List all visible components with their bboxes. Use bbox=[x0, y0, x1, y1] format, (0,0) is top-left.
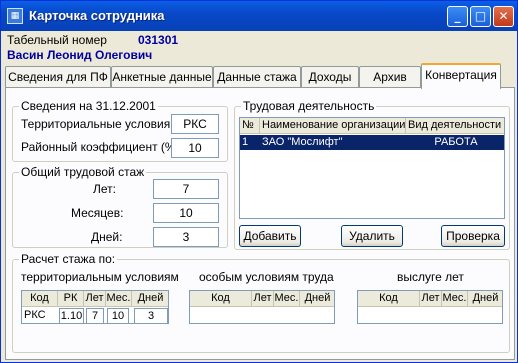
tab-archive[interactable]: Архив bbox=[359, 66, 421, 88]
years-label: Лет: bbox=[93, 182, 116, 196]
employee-card-window: ▦ Карточка сотрудника _ □ ✕ Табельный но… bbox=[0, 0, 518, 363]
col-rk[interactable]: РК bbox=[58, 291, 84, 307]
calc-territorial-label: территориальным условиям bbox=[21, 270, 179, 284]
calc-territorial-table[interactable]: Код РК Лет Мес. Дней РКС 1.10 7 10 3 bbox=[21, 290, 169, 324]
col-header-org[interactable]: Наименование организации bbox=[260, 118, 406, 134]
years-field[interactable]: 7 bbox=[153, 179, 219, 199]
calc-special-label: особым условиям труда bbox=[199, 270, 334, 284]
cell-months: 10 bbox=[107, 308, 129, 323]
col-code[interactable]: Код bbox=[190, 291, 252, 307]
coef-field[interactable]: 10 bbox=[171, 138, 219, 158]
tab-conversion[interactable]: Конвертация bbox=[421, 63, 501, 89]
minimize-button[interactable]: _ bbox=[447, 6, 468, 27]
maximize-button[interactable]: □ bbox=[470, 6, 491, 27]
tab-number-label: Табельный номер bbox=[7, 33, 107, 47]
months-label: Месяцев: bbox=[71, 206, 124, 220]
app-icon: ▦ bbox=[7, 8, 23, 24]
cell-years: 7 bbox=[86, 308, 104, 323]
col-days[interactable]: Дней bbox=[300, 291, 334, 307]
calc-seniority-table[interactable]: Код Лет Мес. Дней bbox=[357, 290, 503, 324]
work-activity-list[interactable]: № Наименование организации Вид деятельно… bbox=[239, 117, 505, 219]
days-label: Дней: bbox=[91, 230, 123, 244]
cell-days: 3 bbox=[134, 308, 168, 323]
calc-group-label: Расчет стажа по: bbox=[19, 252, 118, 266]
months-field[interactable]: 10 bbox=[153, 203, 219, 223]
territorial-label: Территориальные условия: bbox=[21, 117, 174, 131]
col-days[interactable]: Дней bbox=[468, 291, 502, 307]
col-code[interactable]: Код bbox=[358, 291, 420, 307]
conversion-panel: Сведения на 31.12.2001 Территориальные у… bbox=[5, 87, 515, 360]
info-group-label: Сведения на 31.12.2001 bbox=[19, 99, 158, 113]
total-seniority-group: Общий трудовой стаж Лет: 7 Месяцев: 10 Д… bbox=[12, 165, 228, 248]
calc-special-table[interactable]: Код Лет Мес. Дней bbox=[189, 290, 335, 324]
calc-group: Расчет стажа по: территориальным условия… bbox=[12, 252, 510, 353]
tab-strip: Сведения для ПФ Анкетные данные Данные с… bbox=[5, 63, 515, 89]
col-years[interactable]: Лет bbox=[420, 291, 442, 307]
delete-button[interactable]: Удалить bbox=[341, 225, 403, 247]
work-activity-label: Трудовая деятельность bbox=[241, 99, 377, 113]
col-months[interactable]: Мес. bbox=[274, 291, 300, 307]
tab-number-value: 031301 bbox=[138, 33, 179, 47]
col-years[interactable]: Лет bbox=[84, 291, 106, 307]
info-group: Сведения на 31.12.2001 Территориальные у… bbox=[12, 99, 228, 162]
title-bar[interactable]: ▦ Карточка сотрудника _ □ ✕ bbox=[1, 1, 517, 31]
table-row[interactable]: 1 ЗАО "Мослифт" РАБОТА bbox=[240, 135, 504, 150]
col-days[interactable]: Дней bbox=[132, 291, 168, 307]
territorial-field[interactable]: РКС bbox=[171, 114, 219, 134]
row-kind: РАБОТА bbox=[434, 136, 478, 148]
row-num: 1 bbox=[242, 136, 249, 148]
check-button[interactable]: Проверка bbox=[441, 225, 505, 247]
calc-seniority-label: выслуге лет bbox=[397, 270, 464, 284]
tab-seniority-data[interactable]: Данные стажа bbox=[213, 66, 301, 88]
window-title: Карточка сотрудника bbox=[29, 8, 165, 23]
add-button[interactable]: Добавить bbox=[239, 225, 301, 247]
cell-code: РКС bbox=[24, 309, 46, 321]
tab-pf-info[interactable]: Сведения для ПФ bbox=[5, 66, 111, 88]
tab-personal-data[interactable]: Анкетные данные bbox=[111, 66, 213, 88]
col-months[interactable]: Мес. bbox=[442, 291, 468, 307]
col-code[interactable]: Код bbox=[22, 291, 58, 307]
col-months[interactable]: Мес. bbox=[106, 291, 132, 307]
col-years[interactable]: Лет bbox=[252, 291, 274, 307]
coef-label: Районный коэффициент (%): bbox=[21, 140, 183, 154]
employee-name: Васин Леонид Олегович bbox=[7, 48, 153, 62]
work-activity-group: Трудовая деятельность № Наименование орг… bbox=[234, 99, 510, 250]
total-seniority-label: Общий трудовой стаж bbox=[19, 165, 147, 179]
tab-income[interactable]: Доходы bbox=[301, 66, 359, 88]
close-button[interactable]: ✕ bbox=[493, 6, 514, 27]
cell-rk: 1.10 bbox=[59, 308, 84, 323]
col-header-num[interactable]: № bbox=[240, 118, 260, 134]
row-org: ЗАО "Мослифт" bbox=[262, 136, 343, 148]
days-field[interactable]: 3 bbox=[153, 227, 219, 247]
col-header-kind[interactable]: Вид деятельности bbox=[406, 118, 504, 134]
